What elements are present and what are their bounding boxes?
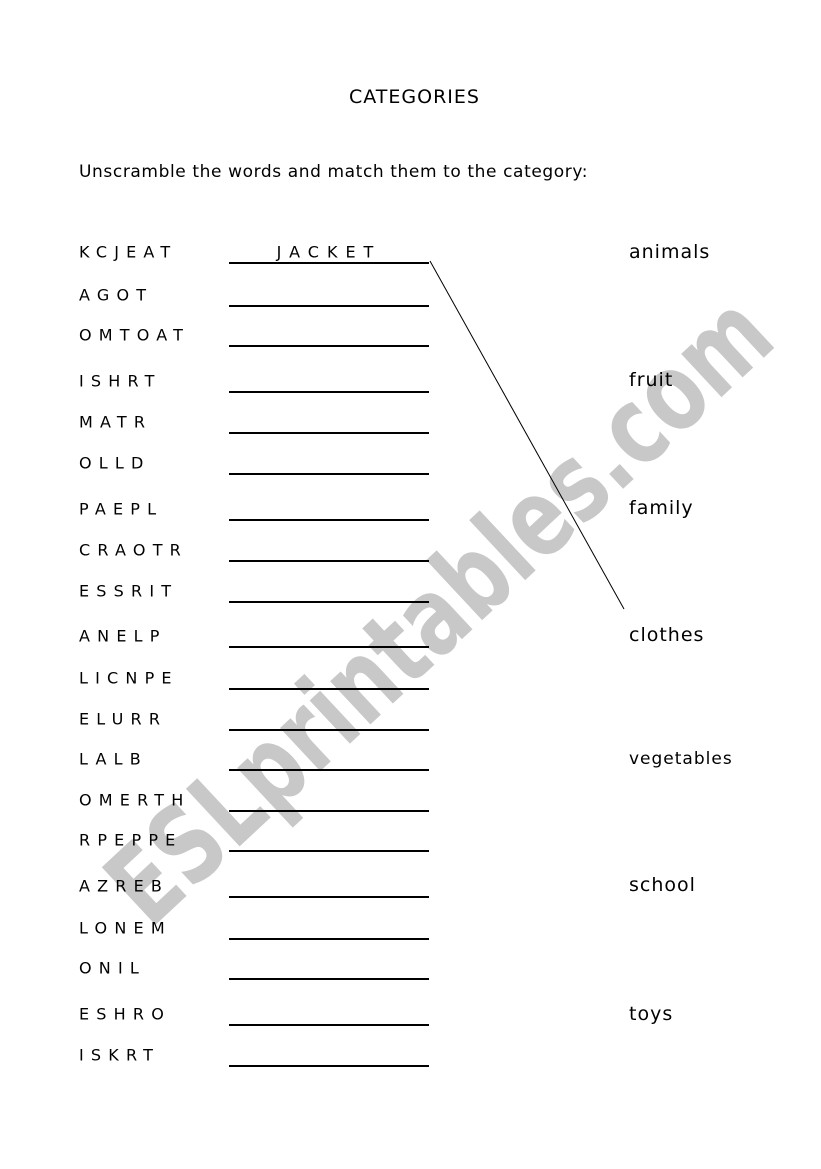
answer-line[interactable] [229,646,429,648]
scrambled-word: PAEPL [79,499,164,519]
instructions: Unscramble the words and match them to t… [79,162,589,182]
answer-line[interactable] [229,688,429,690]
scrambled-word: ANELP [79,626,167,646]
category-fruit: fruit [629,369,674,391]
scrambled-word: KCJEAT [79,242,178,262]
scrambled-word: RPEPPE [79,830,183,850]
category-animals: animals [629,241,711,263]
answer-line[interactable] [229,896,429,898]
scrambled-word: ESHRO [79,1004,172,1024]
answer-line[interactable] [229,850,429,852]
watermark-text: ESLprintables.com [82,271,796,949]
scrambled-word: AGOT [79,285,154,305]
scrambled-word: OMERTH [79,790,191,810]
category-clothes: clothes [629,624,705,646]
page-title: CATEGORIES [349,86,480,108]
answer-line[interactable] [229,601,429,603]
answer-text: JACKET [276,242,382,262]
scrambled-word: LICNPE [79,668,179,688]
answer-line[interactable] [229,391,429,393]
scrambled-word: ELURR [79,709,168,729]
category-toys: toys [629,1003,674,1025]
answer-line[interactable] [229,729,429,731]
answer-line[interactable] [229,810,429,812]
scrambled-word: MATR [79,412,153,432]
scrambled-word: OMTOAT [79,325,191,345]
scrambled-word: ISHRT [79,371,162,391]
answer-line[interactable] [229,519,429,521]
answer-line[interactable] [229,978,429,980]
answer-line[interactable] [229,345,429,347]
answer-line[interactable] [229,560,429,562]
answer-line[interactable] [229,305,429,307]
answer-line[interactable] [229,473,429,475]
scrambled-word: ONIL [79,958,146,978]
answer-line[interactable] [229,769,429,771]
answer-line[interactable] [229,1065,429,1067]
scrambled-word: LONEM [79,918,172,938]
answer-line[interactable] [229,938,429,940]
category-school: school [629,874,696,896]
scrambled-word: OLLD [79,453,151,473]
scrambled-word: AZREB [79,876,170,896]
scrambled-word: CRAOTR [79,540,188,560]
answer-line[interactable] [229,432,429,434]
scrambled-word: ESSRIT [79,581,179,601]
match-line [429,260,625,610]
answer-line[interactable] [229,1024,429,1026]
scrambled-word: LALB [79,749,148,769]
category-vegetables: vegetables [629,749,733,769]
answer-line[interactable] [229,262,429,264]
category-family: family [629,497,694,519]
scrambled-word: ISKRT [79,1045,161,1065]
